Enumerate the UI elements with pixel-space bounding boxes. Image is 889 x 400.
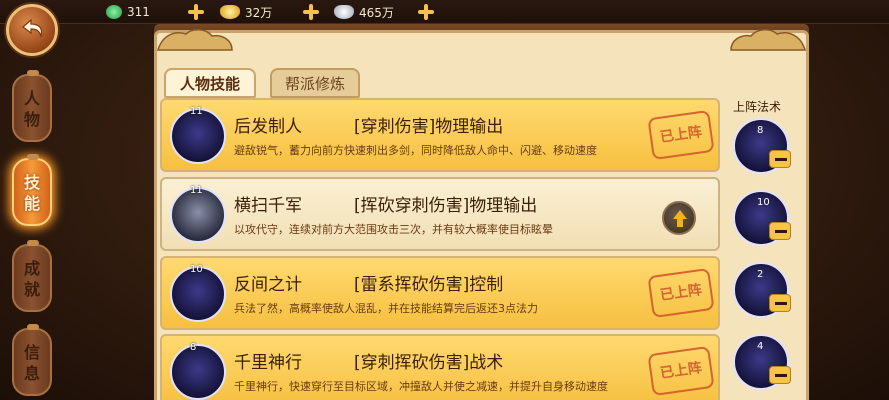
silver-amount: 465万: [359, 5, 394, 20]
side-tab-label: 成就: [23, 259, 40, 299]
game-screen: 311 32万 465万 人物 技能 成就 信息 人物技能 帮派修炼 11 后发…: [0, 0, 889, 400]
skill-row[interactable]: 11 后发制人 [穿刺伤害]物理输出 避敌锐气，蓄力向前方快速刺出多剑，同时降低…: [160, 98, 720, 172]
skill-row[interactable]: 11 横扫千军 [挥砍穿刺伤害]物理输出 以攻代守，连续对前方大范围攻击三次，并…: [160, 177, 720, 251]
unequip-button[interactable]: [769, 366, 791, 384]
skill-level: 10: [190, 264, 203, 275]
lantern-cap: [27, 240, 39, 246]
side-tab-label: 信息: [23, 343, 40, 383]
slot-level: 2: [757, 269, 764, 280]
slot-level: 10: [757, 197, 770, 208]
equipped-skills-title: 上阵法术: [733, 100, 782, 114]
back-arrow-icon: [22, 18, 43, 39]
skill-name: 千里神行: [234, 353, 302, 373]
equip-up-button[interactable]: [662, 201, 696, 235]
slot-level: 8: [757, 125, 764, 136]
skill-level: 8: [190, 342, 197, 353]
skill-description: 兵法了然，高概率使敌人混乱，并在技能结算完后返还3点法力: [234, 302, 538, 315]
equipped-slot[interactable]: 8: [733, 118, 791, 174]
equipped-stamp: 已上阵: [647, 267, 715, 319]
jade-currency: 311: [106, 2, 150, 22]
currency-bar: 311 32万 465万: [0, 0, 889, 24]
cloud-ornament-icon: [730, 29, 806, 51]
equipped-slot[interactable]: 10: [733, 190, 791, 246]
skill-name: 横扫千军: [234, 196, 302, 216]
add-jade-button[interactable]: [187, 3, 205, 21]
silver-currency: 465万: [334, 2, 394, 22]
equipped-slot[interactable]: 4: [733, 334, 791, 390]
tab-character-skills[interactable]: 人物技能: [164, 68, 256, 98]
skill-level: 11: [190, 106, 203, 117]
equipped-slot[interactable]: 2: [733, 262, 791, 318]
skill-description: 千里神行，快速穿行至目标区域，冲撞敌人并使之减速，并提升自身移动速度: [234, 380, 608, 393]
gold-ingot-icon: [220, 5, 240, 19]
side-tab-achievements[interactable]: 成就: [12, 240, 52, 312]
jade-amount: 311: [127, 5, 150, 19]
gold-amount: 32万: [245, 5, 273, 20]
side-tab-character[interactable]: 人物: [12, 70, 52, 142]
gold-currency: 32万: [220, 2, 272, 22]
skill-description: 以攻代守，连续对前方大范围攻击三次，并有较大概率使目标眩晕: [234, 223, 553, 236]
add-silver-button[interactable]: [417, 3, 435, 21]
add-gold-button[interactable]: [302, 3, 320, 21]
equipped-stamp: 已上阵: [647, 109, 715, 161]
lantern-cap: [27, 154, 39, 160]
lantern-cap: [27, 70, 39, 76]
skill-type: [穿刺挥砍伤害]战术: [354, 353, 504, 373]
skill-description: 避敌锐气，蓄力向前方快速刺出多剑，同时降低敌人命中、闪避、移动速度: [234, 144, 597, 157]
lantern-cap: [27, 324, 39, 330]
skill-name: 反间之计: [234, 275, 302, 295]
skill-name: 后发制人: [234, 117, 302, 137]
back-button[interactable]: [6, 4, 58, 56]
side-tab-label: 人物: [23, 89, 40, 129]
skill-type: [穿刺伤害]物理输出: [354, 117, 504, 137]
cloud-ornament-icon: [157, 29, 233, 51]
unequip-button[interactable]: [769, 150, 791, 168]
skill-dash-icon: [170, 344, 226, 400]
slot-level: 4: [757, 341, 764, 352]
unequip-button[interactable]: [769, 222, 791, 240]
skill-row[interactable]: 10 反间之计 [雷系挥砍伤害]控制 兵法了然，高概率使敌人混乱，并在技能结算完…: [160, 256, 720, 330]
side-tab-info[interactable]: 信息: [12, 324, 52, 396]
skill-type: [挥砍穿刺伤害]物理输出: [354, 196, 538, 216]
side-tab-skills[interactable]: 技能: [12, 154, 52, 226]
side-tab-label: 技能: [23, 173, 40, 213]
jade-icon: [106, 5, 122, 19]
silver-ingot-icon: [334, 5, 354, 19]
unequip-button[interactable]: [769, 294, 791, 312]
tab-guild-training[interactable]: 帮派修炼: [270, 68, 360, 98]
skill-row[interactable]: 8 千里神行 [穿刺挥砍伤害]战术 千里神行，快速穿行至目标区域，冲撞敌人并使之…: [160, 334, 720, 400]
skill-level: 11: [190, 185, 203, 196]
skill-type: [雷系挥砍伤害]控制: [354, 275, 504, 295]
equipped-stamp: 已上阵: [647, 345, 715, 397]
